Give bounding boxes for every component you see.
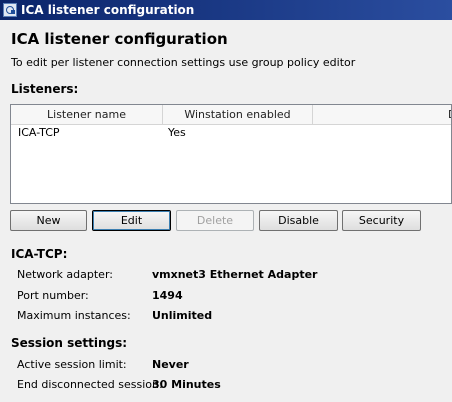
window-title: ICA listener configuration [21, 3, 195, 17]
max-instances-label: Maximum instances: [17, 309, 131, 322]
title-bar: ICA listener configuration [0, 0, 452, 20]
page-heading: ICA listener configuration [11, 30, 228, 48]
delete-button[interactable]: Delete [176, 210, 254, 231]
listener-name-cell: ICA-TCP [18, 126, 60, 139]
end-disconnected-label: End disconnected session: [17, 378, 163, 391]
listeners-list[interactable]: Listener name Winstation enabled Des ICA… [10, 104, 452, 204]
list-header: Listener name Winstation enabled Des [11, 105, 451, 125]
network-adapter-value: vmxnet3 Ethernet Adapter [152, 268, 318, 281]
column-header-winstation-enabled[interactable]: Winstation enabled [163, 105, 313, 124]
winstation-enabled-cell: Yes [168, 126, 186, 139]
page-description: To edit per listener connection settings… [11, 56, 356, 69]
session-settings-title: Session settings: [11, 336, 128, 350]
active-session-limit-label: Active session limit: [17, 358, 127, 371]
new-button[interactable]: New [10, 210, 87, 231]
network-adapter-label: Network adapter: [17, 268, 113, 281]
security-button[interactable]: Security [342, 210, 421, 231]
active-session-limit-value: Never [152, 358, 189, 371]
listener-details-title: ICA-TCP: [11, 247, 68, 261]
edit-button[interactable]: Edit [92, 210, 171, 231]
max-instances-value: Unlimited [152, 309, 213, 322]
end-disconnected-value: 30 Minutes [152, 378, 221, 391]
table-row[interactable]: ICA-TCP Yes [11, 125, 451, 140]
column-header-description[interactable]: Des [313, 105, 451, 124]
port-number-value: 1494 [152, 289, 183, 302]
app-icon [3, 3, 17, 17]
listeners-title: Listeners: [11, 82, 79, 96]
port-number-label: Port number: [17, 289, 89, 302]
disable-button[interactable]: Disable [259, 210, 338, 231]
column-header-listener-name[interactable]: Listener name [11, 105, 163, 124]
